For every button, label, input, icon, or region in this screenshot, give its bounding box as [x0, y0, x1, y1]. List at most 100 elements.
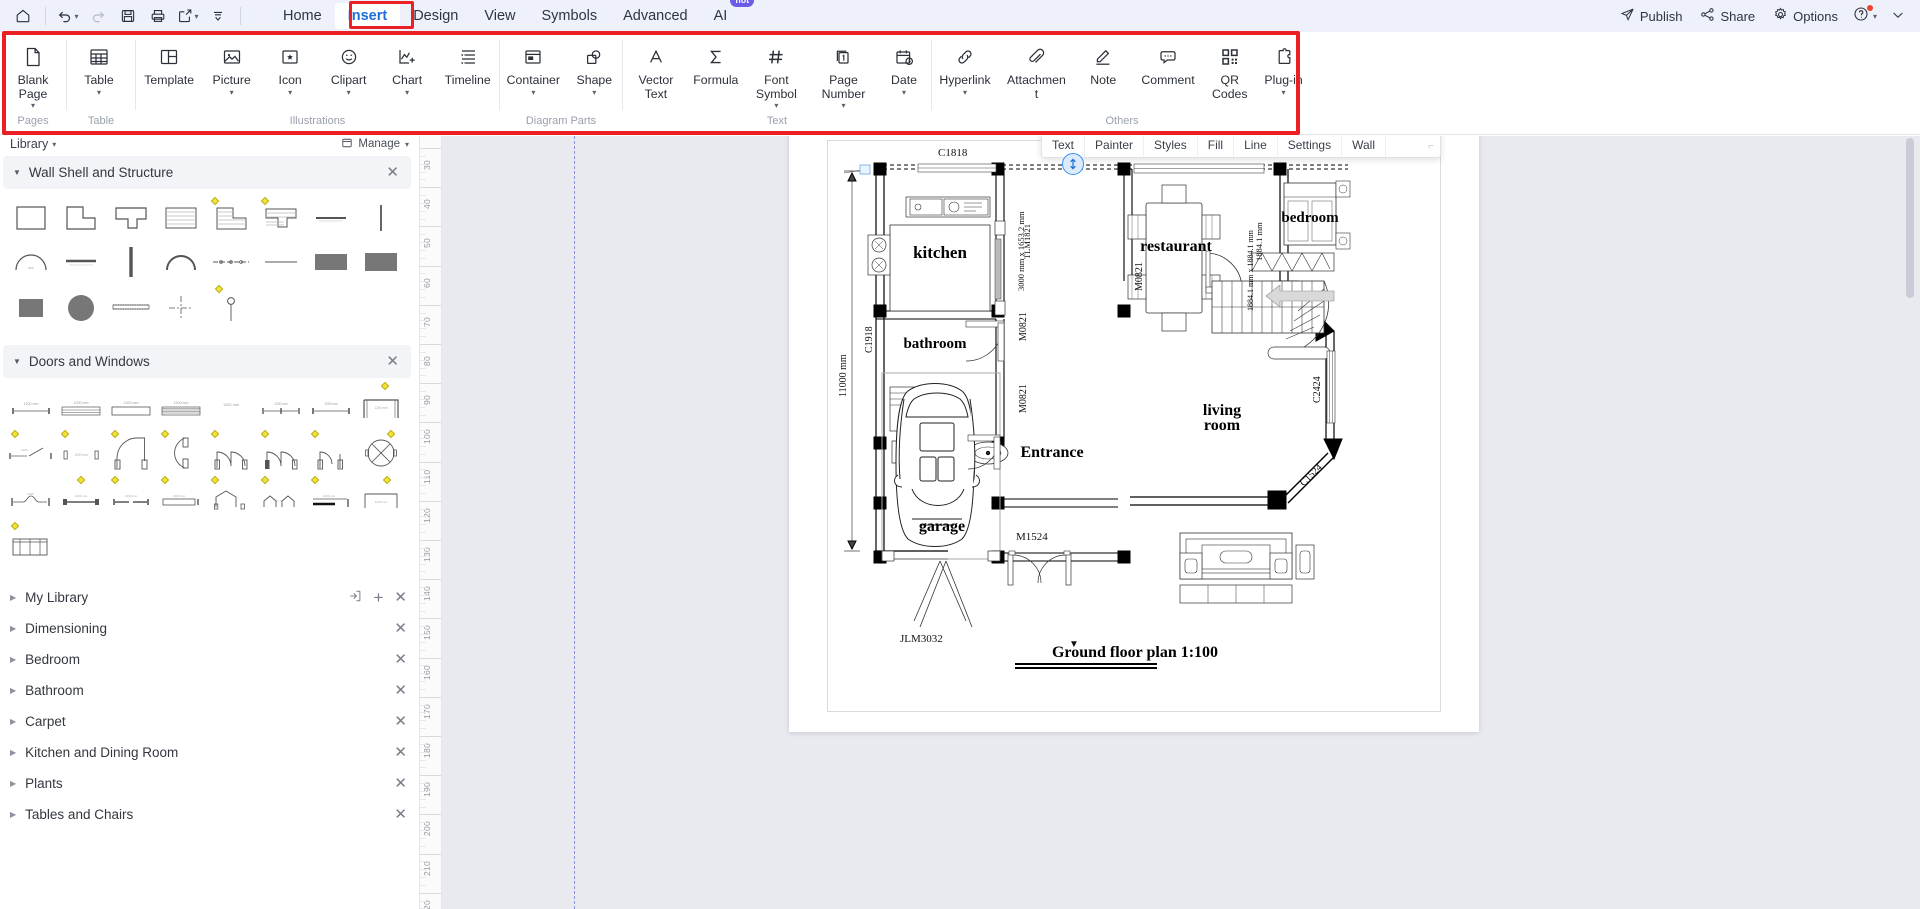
close-icon[interactable]: ✕	[394, 714, 407, 729]
chevron-down-icon[interactable]: ▾	[1873, 12, 1877, 21]
close-icon[interactable]: ✕	[394, 807, 407, 822]
chevron-down-icon[interactable]: ▾	[841, 102, 845, 110]
icon-button[interactable]: Icon ▾	[263, 38, 317, 96]
options-button[interactable]: Options	[1765, 3, 1846, 29]
redo-icon[interactable]	[83, 3, 113, 29]
shape-item[interactable]	[56, 239, 106, 285]
shape-item[interactable]	[206, 284, 256, 331]
shape-item[interactable]: 1200 mm	[156, 388, 206, 430]
floatbar-item-format-painter[interactable]: Painter	[1085, 136, 1145, 157]
add-icon[interactable]: +	[373, 589, 383, 606]
chevron-down-icon[interactable]: ▾	[774, 102, 778, 110]
collapse-ribbon-button[interactable]	[1884, 3, 1912, 30]
share-button[interactable]: Share	[1692, 3, 1763, 29]
shape-item[interactable]: 1200	[6, 429, 56, 476]
shape-item[interactable]	[206, 429, 256, 476]
shape-item[interactable]	[306, 429, 356, 476]
tab-insert[interactable]: Insert	[334, 3, 401, 29]
chevron-down-icon[interactable]: ▾	[194, 12, 198, 21]
category-tables-and-chairs[interactable]: ▶ Tables and Chairs ✕	[0, 799, 419, 830]
shape-item[interactable]	[6, 197, 56, 239]
shape-item[interactable]	[6, 521, 56, 568]
help-button[interactable]: ▾	[1848, 2, 1882, 31]
floatbar-item-line[interactable]: Line	[1234, 136, 1278, 157]
category-bathroom[interactable]: ▶ Bathroom ✕	[0, 675, 419, 706]
close-icon[interactable]: ✕	[386, 165, 399, 180]
shape-item[interactable]: 1200 mm	[306, 388, 356, 430]
home-icon[interactable]	[8, 3, 38, 29]
canvas-scrollbar-vertical[interactable]	[1906, 138, 1914, 298]
chevron-down-icon[interactable]: ▾	[74, 12, 78, 21]
chevron-down-icon[interactable]: ▾	[902, 88, 906, 96]
shape-item[interactable]	[56, 285, 106, 331]
export-icon[interactable]: ▾	[173, 3, 203, 29]
shape-item[interactable]: 1200 mm	[6, 388, 56, 430]
vertical-ruler[interactable]: 30 40 50 60 70 80 90 100 110 120 130 140 150 160 170 18…	[420, 136, 442, 909]
attachment-button[interactable]: Attachment	[999, 38, 1073, 101]
hyperlink-button[interactable]: Hyperlink ▾	[933, 38, 996, 96]
category-kitchen-and-dining-room[interactable]: ▶ Kitchen and Dining Room ✕	[0, 737, 419, 768]
clipart-button[interactable]: Clipart ▾	[322, 38, 376, 96]
shape-item[interactable]: 1200 mm	[306, 475, 356, 522]
chevron-down-icon[interactable]: ▾	[592, 88, 596, 96]
section-doors-and-windows[interactable]: ▼ Doors and Windows ✕	[3, 345, 411, 378]
shape-item[interactable]: arc	[6, 239, 56, 285]
floatbar-item-styles[interactable]: Styles	[1144, 136, 1198, 157]
chevron-down-icon[interactable]: ▾	[347, 88, 351, 96]
publish-button[interactable]: Publish	[1612, 3, 1691, 29]
shape-item[interactable]: 1200 mm	[356, 475, 406, 522]
shape-item[interactable]: 1200 mm	[256, 388, 306, 430]
timeline-button[interactable]: Timeline	[439, 38, 497, 88]
close-icon[interactable]: ✕	[394, 590, 407, 605]
shape-item[interactable]	[106, 197, 156, 239]
qr-codes-button[interactable]: QR Codes	[1206, 38, 1254, 101]
shape-item[interactable]: 1200 mm	[56, 429, 106, 476]
shape-item[interactable]	[56, 197, 106, 239]
chevron-down-icon[interactable]: ▾	[1282, 88, 1286, 96]
page-number-button[interactable]: Page Number ▾	[810, 38, 877, 110]
close-icon[interactable]: ✕	[394, 621, 407, 636]
tab-home[interactable]: Home	[270, 3, 335, 29]
category-dimensioning[interactable]: ▶ Dimensioning ✕	[0, 613, 419, 644]
document-page[interactable]: kitchen restaurant bedroom bathroom Entr…	[789, 136, 1479, 732]
shape-item[interactable]	[306, 239, 356, 285]
shape-item[interactable]	[6, 285, 56, 331]
tab-advanced[interactable]: Advanced	[610, 3, 701, 29]
chevron-down-icon[interactable]: ▾	[405, 88, 409, 96]
note-button[interactable]: Note	[1076, 38, 1130, 88]
shape-item[interactable]	[256, 475, 306, 522]
shape-item[interactable]	[356, 239, 406, 285]
template-button[interactable]: Template	[138, 38, 200, 88]
close-icon[interactable]: ✕	[394, 683, 407, 698]
close-icon[interactable]: ✕	[394, 652, 407, 667]
chevron-down-icon[interactable]: ▾	[230, 88, 234, 96]
shape-item[interactable]	[156, 239, 206, 285]
category-plants[interactable]: ▶ Plants ✕	[0, 768, 419, 799]
close-icon[interactable]: ✕	[394, 745, 407, 760]
date-button[interactable]: Date ▾	[877, 38, 931, 96]
floatbar-item-fill[interactable]: Fill	[1198, 136, 1235, 157]
floatbar-item-wall[interactable]: Wall	[1342, 136, 1386, 157]
shape-item[interactable]	[256, 196, 306, 239]
tab-view[interactable]: View	[471, 3, 528, 29]
tab-ai[interactable]: AI hot	[701, 0, 755, 29]
chevron-down-icon[interactable]: ▾	[531, 88, 535, 96]
close-icon[interactable]: ✕	[394, 776, 407, 791]
shape-item[interactable]: 1200 mm	[156, 475, 206, 522]
shape-item[interactable]	[206, 239, 256, 285]
font-symbol-button[interactable]: Font Symbol ▾	[743, 38, 810, 110]
close-icon[interactable]: ✕	[386, 354, 399, 369]
shape-item[interactable]: 1200 mm	[206, 388, 256, 430]
floatbar-item-settings[interactable]: Settings	[1278, 136, 1343, 157]
table-button[interactable]: Table ▾	[67, 38, 131, 96]
shape-item[interactable]	[106, 429, 156, 476]
library-title-group[interactable]: Library ▾	[10, 137, 56, 151]
formula-button[interactable]: Formula	[689, 38, 743, 88]
shape-item[interactable]: 1200 mm	[56, 388, 106, 430]
tab-symbols[interactable]: Symbols	[529, 3, 611, 29]
library-manage-button[interactable]: Manage ▾	[341, 137, 409, 152]
import-icon[interactable]	[348, 589, 362, 606]
shape-item[interactable]	[206, 475, 256, 522]
floor-plan-drawing[interactable]	[828, 141, 1442, 713]
shape-item[interactable]	[156, 429, 206, 476]
